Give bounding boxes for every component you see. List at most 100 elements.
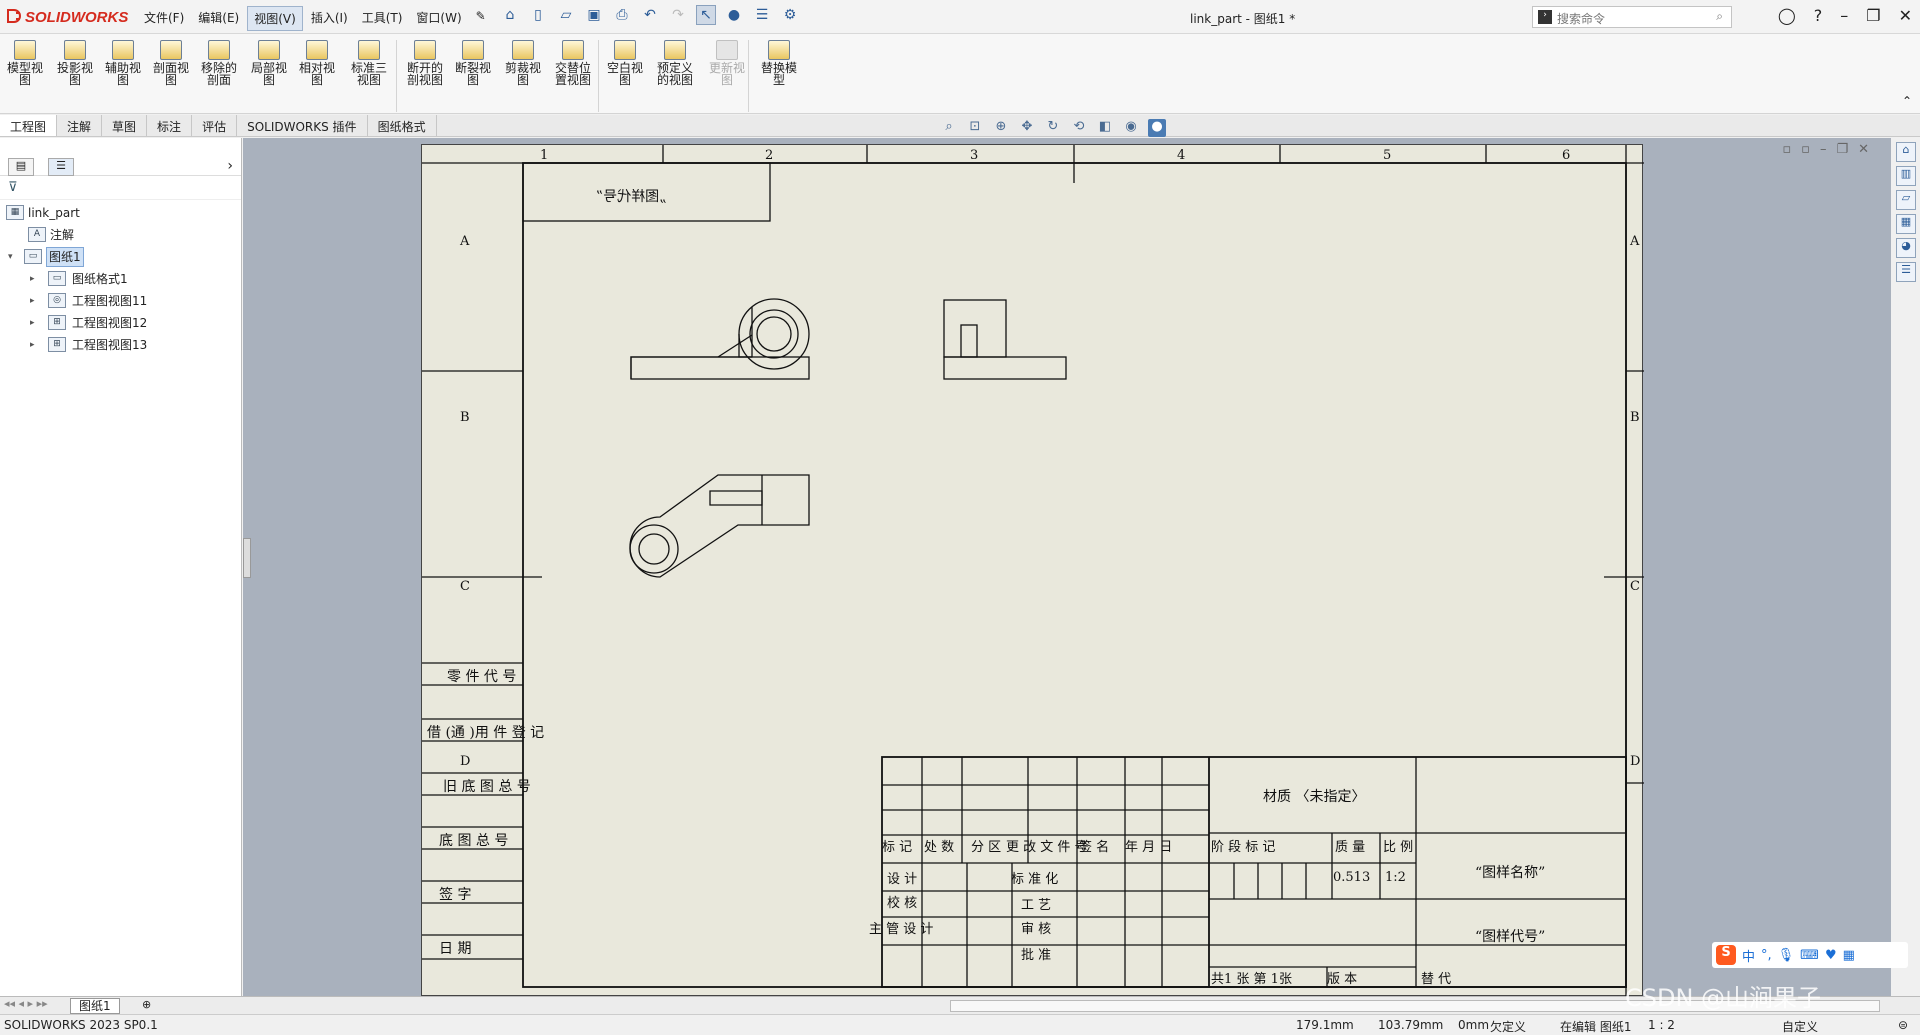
pin-icon[interactable]: ✎ [470, 6, 492, 31]
drawing-sheet[interactable]: 1 2 3 4 5 6 A A B B C C D D [421, 144, 1644, 997]
tab-drawing[interactable]: 工程图 [0, 115, 58, 136]
zoom-in-out-icon[interactable]: ⊕ [992, 119, 1010, 137]
close-icon[interactable]: ✕ [1899, 6, 1912, 25]
ribbon-button-1[interactable]: 投影视图 [52, 40, 98, 86]
ime-grid-icon[interactable]: ▦ [1843, 948, 1855, 963]
ime-chinese-icon[interactable]: 中 [1742, 946, 1755, 965]
expand-arrow-icon[interactable]: ▸ [30, 334, 40, 356]
tree-root-item[interactable]: ▦ link_part [0, 202, 241, 224]
feature-tree: ▦ link_part A 注解 ▾ ▭ 图纸1 ▸ ▭ 图纸格式1 ▸ ◎ 工… [0, 200, 241, 358]
tree-item-sheet1[interactable]: ▾ ▭ 图纸1 [0, 246, 241, 268]
options-gear-icon[interactable]: ⚙ [780, 5, 800, 25]
help-icon[interactable]: ? [1814, 6, 1823, 25]
ime-punct-icon[interactable]: °, [1761, 948, 1772, 963]
minimize-icon[interactable]: – [1840, 6, 1848, 25]
print-icon[interactable]: ⎙ [612, 5, 632, 25]
ribbon-button-11[interactable]: 交替位置视图 [550, 40, 596, 86]
ribbon-button-12[interactable]: 空白视图 [602, 40, 648, 86]
menu-view[interactable]: 视图(V) [247, 6, 303, 31]
tab-annotation[interactable]: 注解 [57, 115, 103, 136]
ribbon-button-9[interactable]: 断裂视图 [450, 40, 496, 86]
section-view-icon[interactable]: ◧ [1096, 119, 1114, 137]
pan-icon[interactable]: ✥ [1018, 119, 1036, 137]
ribbon-button-4[interactable]: 移除的剖面 [196, 40, 242, 86]
design-library-icon[interactable]: ▥ [1896, 166, 1916, 186]
save-icon[interactable]: ▣ [584, 5, 604, 25]
hide-show-icon[interactable]: ◉ [1122, 119, 1140, 137]
canvas-window-controls[interactable]: ▫▫–❐✕ [1782, 142, 1879, 157]
ribbon-button-5[interactable]: 局部视图 [246, 40, 292, 86]
ribbon-button-8[interactable]: 断开的剖视图 [402, 40, 448, 86]
redo-icon[interactable]: ↷ [668, 5, 688, 25]
ime-mic-icon[interactable]: 🎙 [1778, 948, 1795, 963]
tree-item-view13[interactable]: ▸ ⊞ 工程图视图13 [0, 334, 241, 356]
solidworks-resources-icon[interactable]: ⌂ [1896, 142, 1916, 162]
zoom-area-icon[interactable]: ⊡ [966, 119, 984, 137]
restore-icon[interactable]: ❐ [1866, 6, 1880, 25]
property-manager-tab-icon[interactable]: ☰ [48, 158, 74, 176]
ime-toolbar[interactable]: S 中 °, 🎙 ⌨ ♥ ▦ [1712, 942, 1908, 968]
menu-file[interactable]: 文件(F) [138, 6, 190, 31]
rebuild-status-icon[interactable]: ⊜ [1898, 1018, 1908, 1032]
feature-tree-tab-icon[interactable]: ▤ [8, 158, 34, 176]
open-folder-icon[interactable]: ▱ [556, 5, 576, 25]
zoom-to-fit-icon[interactable]: ⌕ [940, 119, 958, 137]
previous-view-icon[interactable]: ⟲ [1070, 119, 1088, 137]
tab-evaluate[interactable]: 评估 [192, 115, 238, 136]
tree-item-view11[interactable]: ▸ ◎ 工程图视图11 [0, 290, 241, 312]
rotate-icon[interactable]: ↻ [1044, 119, 1062, 137]
search-icon[interactable]: ⌕ [1716, 9, 1723, 24]
select-cursor-icon[interactable]: ↖ [696, 5, 716, 25]
expand-arrow-icon[interactable]: ▸ [30, 268, 40, 290]
ribbon-button-13[interactable]: 预定义的视图 [652, 40, 698, 86]
status-scale[interactable]: 1 : 2 [1648, 1018, 1675, 1032]
ime-skin-icon[interactable]: ♥ [1825, 948, 1837, 963]
tree-item-sheet-format[interactable]: ▸ ▭ 图纸格式1 [0, 268, 241, 290]
status-units[interactable]: 自定义 [1782, 1018, 1818, 1035]
collapse-ribbon-icon[interactable]: ⌃ [1902, 94, 1912, 108]
collapse-arrow-icon[interactable]: ▾ [8, 246, 18, 268]
expand-arrow-icon[interactable]: ▸ [30, 312, 40, 334]
sheet-nav-arrows-icon[interactable]: ◂◂ ◂ ▸ ▸▸ [4, 997, 48, 1010]
file-explorer-icon[interactable]: ▱ [1896, 190, 1916, 210]
search-commands-input[interactable]: › 搜索命令 ⌕ [1532, 6, 1732, 28]
add-sheet-icon[interactable]: ⊕ [142, 998, 151, 1011]
tree-item-view12[interactable]: ▸ ⊞ 工程图视图12 [0, 312, 241, 334]
panel-splitter-handle[interactable] [243, 538, 251, 578]
menu-insert[interactable]: 插入(I) [305, 6, 354, 31]
tab-sheet-format[interactable]: 图纸格式 [368, 115, 437, 136]
tab-addins[interactable]: SOLIDWORKS 插件 [237, 115, 368, 136]
user-account-icon[interactable]: ◯ [1778, 6, 1796, 25]
sheet-tab-sheet1[interactable]: 图纸1 [70, 998, 120, 1014]
expand-arrow-icon[interactable]: ▸ [30, 290, 40, 312]
new-document-icon[interactable]: ▯ [528, 5, 548, 25]
ribbon-button-0[interactable]: 模型视图 [2, 40, 48, 86]
expand-panel-chevron-icon[interactable]: › [227, 158, 233, 174]
ribbon-button-2[interactable]: 辅助视图 [100, 40, 146, 86]
tab-sketch[interactable]: 草图 [102, 115, 148, 136]
view-palette-icon[interactable]: ▦ [1896, 214, 1916, 234]
status-bar: SOLIDWORKS 2023 SP0.1 179.1mm 103.79mm 0… [0, 1014, 1920, 1034]
menu-edit[interactable]: 编辑(E) [192, 6, 245, 31]
tab-dimension[interactable]: 标注 [147, 115, 193, 136]
undo-icon[interactable]: ↶ [640, 5, 660, 25]
ribbon-button-14[interactable]: 更新视图 [704, 40, 750, 86]
ime-keyboard-icon[interactable]: ⌨ [1800, 948, 1819, 963]
custom-properties-icon[interactable]: ☰ [1896, 262, 1916, 282]
solidworks-logo[interactable]: SOLIDWORKS [6, 8, 128, 26]
ribbon-button-6[interactable]: 相对视图 [294, 40, 340, 86]
menu-tools[interactable]: 工具(T) [356, 6, 409, 31]
appearances-icon[interactable]: ◕ [1896, 238, 1916, 258]
ribbon-button-7[interactable]: 标准三视图 [346, 40, 392, 86]
menu-window[interactable]: 窗口(W) [410, 6, 467, 31]
filter-icon[interactable]: ⊽ [0, 176, 241, 200]
ribbon-button-3[interactable]: 剖面视图 [148, 40, 194, 86]
ribbon-button-10[interactable]: 剪裁视图 [500, 40, 546, 86]
sogou-ime-icon[interactable]: S [1716, 945, 1736, 965]
tree-item-annotations[interactable]: A 注解 [0, 224, 241, 246]
traffic-light-icon[interactable]: ● [724, 5, 744, 25]
file-properties-icon[interactable]: ☰ [752, 5, 772, 25]
ribbon-button-15[interactable]: 替换模型 [756, 40, 802, 86]
home-icon[interactable]: ⌂ [500, 5, 520, 25]
appearance-icon[interactable]: ● [1148, 119, 1166, 137]
